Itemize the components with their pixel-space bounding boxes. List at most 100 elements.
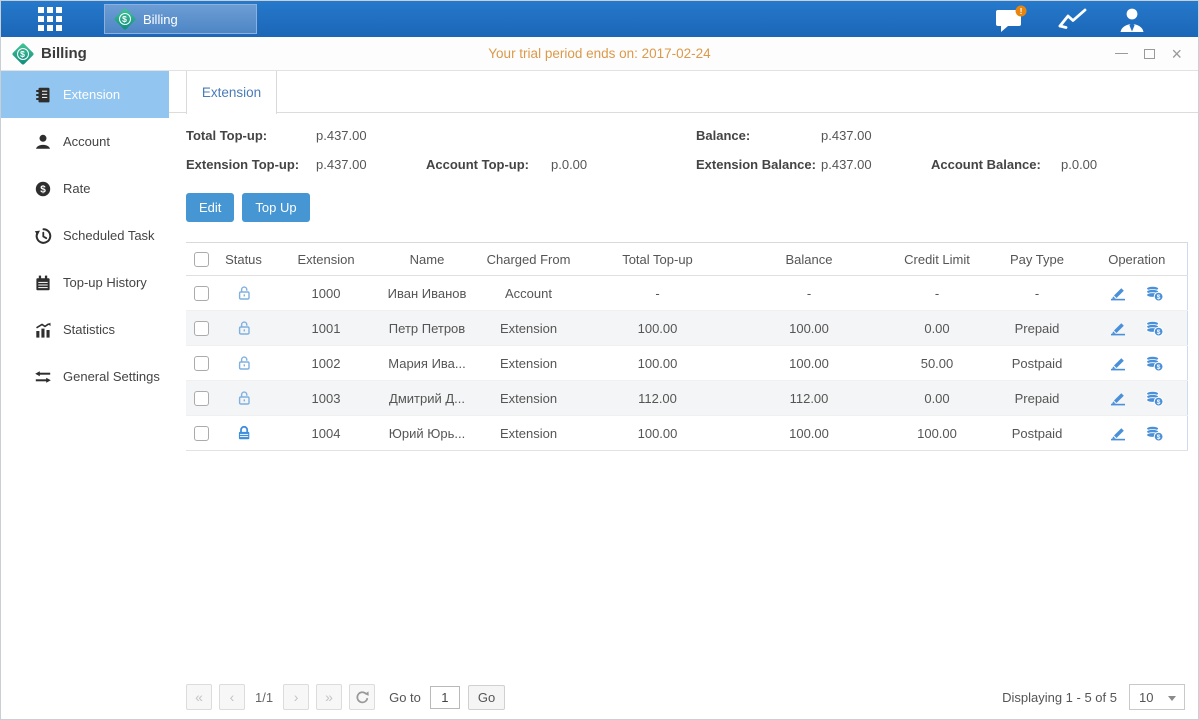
table-row: 1004 Юрий Юрь... Extension 100.00 100.00… <box>186 416 1187 451</box>
svg-text:$: $ <box>1157 294 1161 301</box>
sidebar-item-topup-history[interactable]: Top-up History <box>1 259 169 306</box>
summary-value: p.0.00 <box>551 157 696 172</box>
sidebar-item-account[interactable]: Account <box>1 118 169 165</box>
cell-extension: 1000 <box>271 276 381 311</box>
row-checkbox[interactable] <box>194 321 209 336</box>
summary-label: Extension Top-up: <box>186 157 316 172</box>
summary-label: Balance: <box>696 128 821 143</box>
edit-pencil-icon[interactable] <box>1109 391 1127 406</box>
last-page-button[interactable]: » <box>316 684 342 710</box>
topup-history-calendar-icon <box>34 274 52 292</box>
edit-pencil-icon[interactable] <box>1109 321 1127 336</box>
goto-page-input[interactable] <box>430 686 460 709</box>
previous-page-button[interactable]: ‹ <box>219 684 245 710</box>
top-up-button[interactable]: Top Up <box>242 193 309 222</box>
column-credit-limit: Credit Limit <box>887 243 987 276</box>
cell-name: Дмитрий Д... <box>381 381 473 416</box>
taskbar-tab-billing[interactable]: $ Billing <box>104 4 257 34</box>
page-size-select[interactable]: 10 <box>1129 684 1185 710</box>
maximize-icon[interactable] <box>1144 49 1155 59</box>
table-row: 1000 Иван Иванов Account - - - - <box>186 276 1187 311</box>
cell-total-topup: 100.00 <box>584 311 731 346</box>
close-icon[interactable]: × <box>1171 47 1182 61</box>
topup-coins-icon[interactable]: $ <box>1145 285 1164 302</box>
tab-strip: Extension <box>169 71 1198 113</box>
line-chart-icon[interactable] <box>1057 6 1089 32</box>
sidebar-item-statistics[interactable]: Statistics <box>1 306 169 353</box>
user-icon[interactable] <box>1118 6 1146 33</box>
cell-total-topup: 100.00 <box>584 416 731 451</box>
summary-value: p.437.00 <box>821 157 931 172</box>
cell-pay-type: Prepaid <box>987 381 1087 416</box>
billing-app-window: $ Billing ! <box>0 0 1199 720</box>
sidebar-item-label: Scheduled Task <box>63 228 155 243</box>
topup-coins-icon[interactable]: $ <box>1145 320 1164 337</box>
taskbar-tab-label: Billing <box>143 12 178 27</box>
cell-extension: 1001 <box>271 311 381 346</box>
minimize-icon[interactable] <box>1115 53 1128 54</box>
main-content: Extension Total Top-up: p.437.00 Balance… <box>169 71 1198 719</box>
summary-value: p.437.00 <box>316 128 426 143</box>
topup-coins-icon[interactable]: $ <box>1145 390 1164 407</box>
sidebar-item-label: Top-up History <box>63 275 147 290</box>
summary-value: p.0.00 <box>1061 157 1185 172</box>
window-titlebar: $ Billing Your trial period ends on: 201… <box>1 37 1198 71</box>
edit-pencil-icon[interactable] <box>1109 356 1127 371</box>
next-page-button[interactable]: › <box>283 684 309 710</box>
goto-label: Go to <box>389 690 421 705</box>
table-row: 1002 Мария Ива... Extension 100.00 100.0… <box>186 346 1187 381</box>
edit-button[interactable]: Edit <box>186 193 234 222</box>
go-button[interactable]: Go <box>468 685 505 710</box>
tab-extension[interactable]: Extension <box>186 71 277 114</box>
page-size-value: 10 <box>1139 690 1153 705</box>
cell-extension: 1003 <box>271 381 381 416</box>
sidebar-item-extension[interactable]: Extension <box>1 71 169 118</box>
rate-dollar-icon: $ <box>34 180 52 198</box>
sidebar-item-rate[interactable]: $ Rate <box>1 165 169 212</box>
column-balance: Balance <box>731 243 887 276</box>
row-checkbox[interactable] <box>194 426 209 441</box>
refresh-button[interactable] <box>349 684 375 710</box>
row-checkbox[interactable] <box>194 391 209 406</box>
cell-pay-type: Prepaid <box>987 311 1087 346</box>
extension-ledger-icon <box>34 86 52 104</box>
svg-text:$: $ <box>1157 329 1161 336</box>
row-checkbox[interactable] <box>194 286 209 301</box>
topup-coins-icon[interactable]: $ <box>1145 425 1164 442</box>
topup-coins-icon[interactable]: $ <box>1145 355 1164 372</box>
summary-label: Extension Balance: <box>696 157 821 172</box>
edit-pencil-icon[interactable] <box>1109 286 1127 301</box>
status-lock-icon <box>236 425 252 441</box>
status-lock-icon <box>236 390 252 406</box>
svg-text:$: $ <box>1157 364 1161 371</box>
column-extension: Extension <box>271 243 381 276</box>
sidebar-item-general-settings[interactable]: General Settings <box>1 353 169 400</box>
cell-total-topup: 112.00 <box>584 381 731 416</box>
messages-icon[interactable]: ! <box>994 5 1028 33</box>
row-checkbox[interactable] <box>194 356 209 371</box>
apps-grid-icon[interactable] <box>38 7 62 31</box>
edit-pencil-icon[interactable] <box>1109 426 1127 441</box>
unlocked-icon <box>236 285 252 301</box>
billing-diamond-icon: $ <box>114 9 135 30</box>
table-row: 1001 Петр Петров Extension 100.00 100.00… <box>186 311 1187 346</box>
cell-balance: 100.00 <box>731 346 887 381</box>
cell-credit-limit: 0.00 <box>887 311 987 346</box>
sidebar-item-label: Extension <box>63 87 120 102</box>
unlocked-icon <box>236 355 252 371</box>
sidebar-item-label: Account <box>63 134 110 149</box>
general-settings-arrows-icon <box>34 368 52 386</box>
column-pay-type: Pay Type <box>987 243 1087 276</box>
page-indicator: 1/1 <box>255 690 273 705</box>
cell-pay-type: Postpaid <box>987 416 1087 451</box>
extension-table-body: 1000 Иван Иванов Account - - - - <box>186 276 1187 451</box>
svg-text:$: $ <box>1157 399 1161 406</box>
svg-text:$: $ <box>1157 434 1161 441</box>
cell-charged-from: Extension <box>473 311 584 346</box>
trial-notice: Your trial period ends on: 2017-02-24 <box>1 46 1198 61</box>
select-all-checkbox[interactable] <box>194 252 209 267</box>
sidebar-item-scheduled-task[interactable]: Scheduled Task <box>1 212 169 259</box>
first-page-button[interactable]: « <box>186 684 212 710</box>
summary-label: Total Top-up: <box>186 128 316 143</box>
sidebar: Extension Account $ Rate <box>1 71 169 719</box>
